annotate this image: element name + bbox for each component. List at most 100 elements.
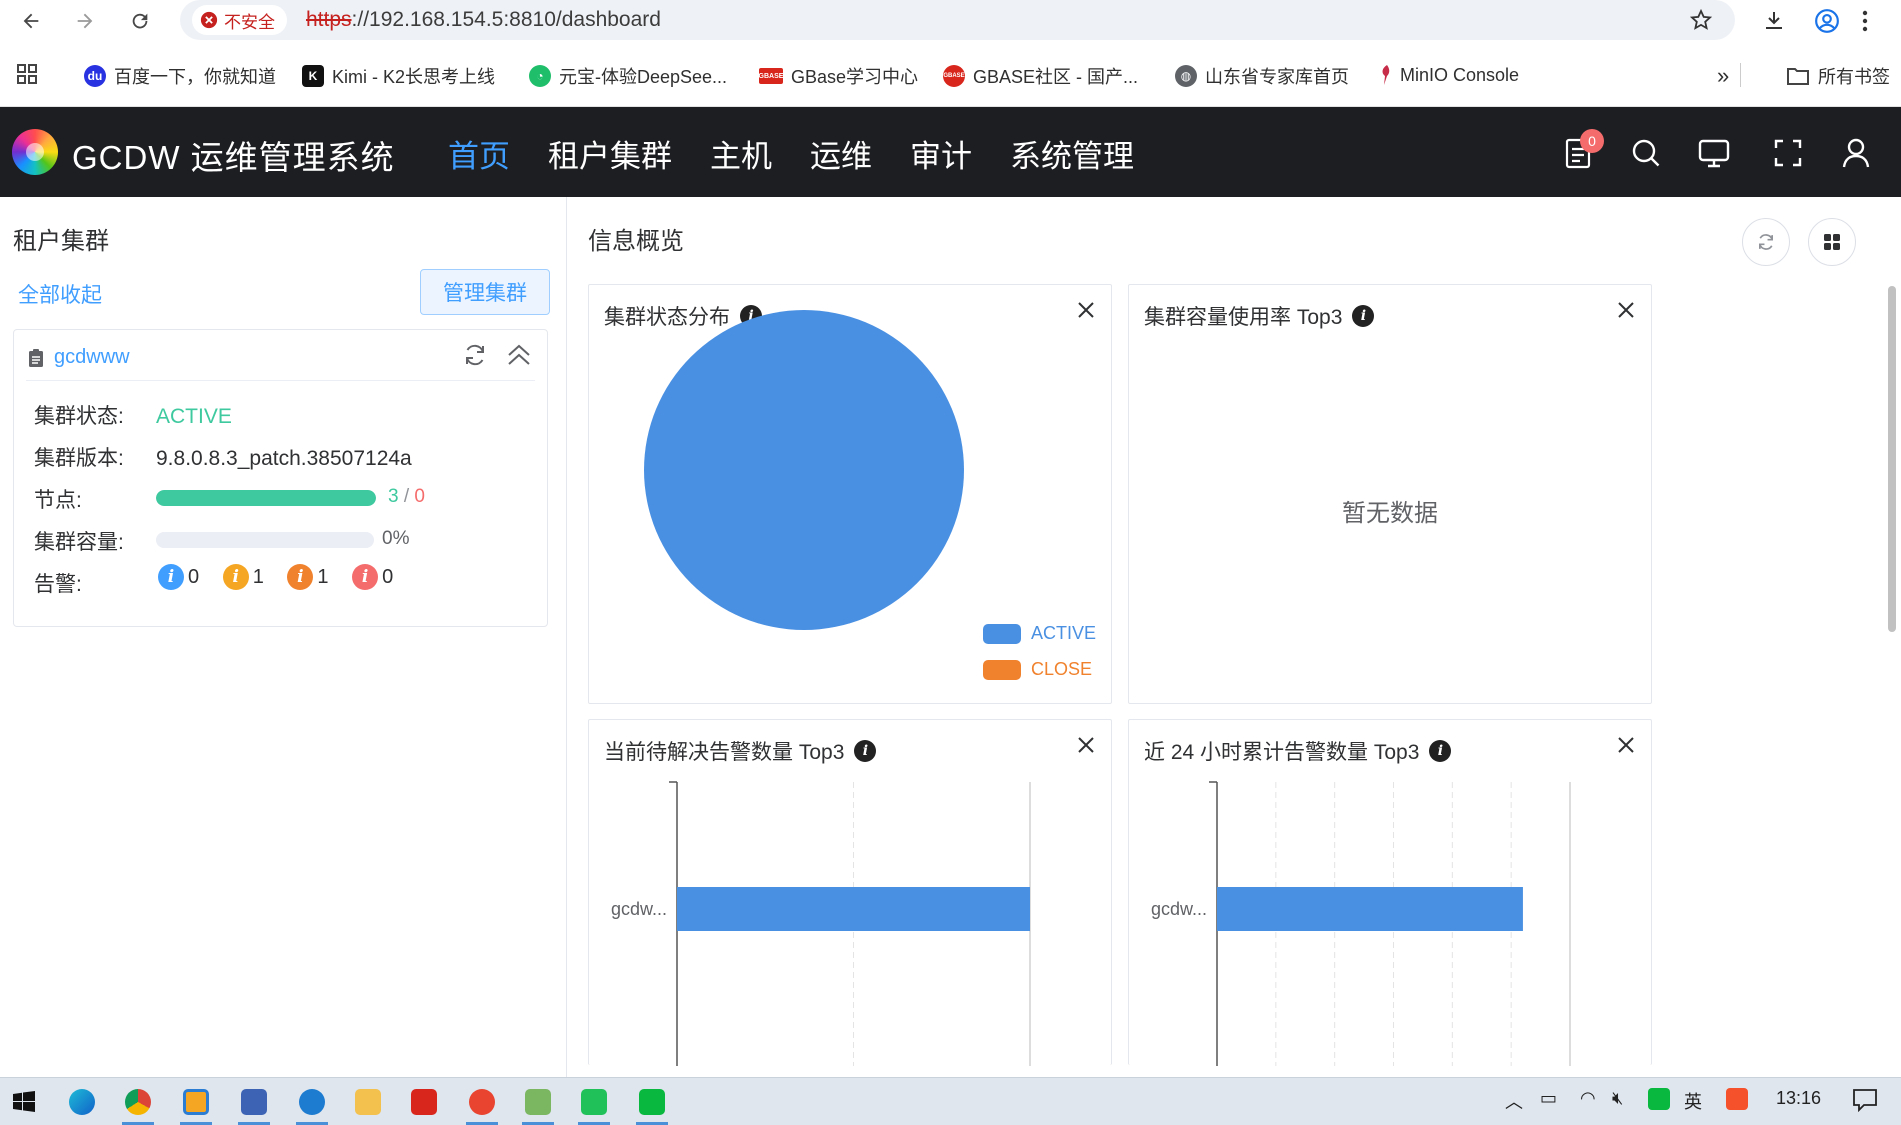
url-scheme: https [306,8,352,31]
cluster-alerts-row: 告警: [34,568,156,598]
panel-title: 租户集群 [13,228,109,255]
info-icon[interactable]: i [1352,305,1375,327]
download-icon [1766,12,1782,29]
collapse-all-link[interactable]: 全部收起 [18,279,102,309]
refresh-icon[interactable] [462,342,488,368]
bookmarks-overflow-button[interactable]: » [1717,63,1729,89]
forward-button[interactable] [70,6,100,36]
legend-active[interactable]: ACTIVE [983,623,1096,644]
all-bookmarks-button[interactable]: 所有书签 [1786,63,1890,89]
nav-hosts[interactable]: 主机 [710,131,772,176]
profile-button[interactable] [1812,6,1842,36]
tray-chevron-up-icon[interactable]: ︿ [1505,1088,1523,1114]
tray-wechat-icon[interactable] [1648,1088,1670,1115]
download-button[interactable] [1759,6,1789,36]
cluster-name-link[interactable]: gcdwww [54,346,130,369]
manage-clusters-button[interactable]: 管理集群 [420,269,550,315]
screen-button[interactable] [1696,135,1732,171]
bookmarks-bar: du 百度一下，你就知道 K Kimi - K2长思考上线 ◔ 元宝-体验Dee… [0,57,1901,95]
taskbar-app-4[interactable] [236,1084,272,1125]
bookmark-gbase-community[interactable]: GBASE GBASE社区 - 国产... [943,63,1138,89]
clock[interactable]: 13:16 [1776,1088,1821,1109]
taskbar-chrome[interactable] [120,1084,156,1125]
bookmark-yuanbao[interactable]: ◔ 元宝-体验DeepSee... [529,63,727,89]
alert-count: 1 [317,565,329,588]
alert-critical[interactable]: i0 [352,564,393,590]
ime-indicator[interactable]: 英 [1684,1088,1702,1114]
wifi-icon[interactable]: ◠ [1580,1088,1596,1109]
taskbar-edge[interactable] [64,1084,100,1120]
menu-button[interactable] [1850,6,1880,36]
start-button[interactable] [6,1084,42,1120]
page-scrollbar[interactable] [1888,286,1896,632]
sogou-ime-icon[interactable] [1726,1088,1748,1115]
globe-icon: ◍ [1175,65,1197,87]
taskbar-ie[interactable] [294,1084,330,1125]
fullscreen-button[interactable] [1770,135,1806,171]
yuanbao-icon: ◔ [529,65,551,87]
bookmark-shandong[interactable]: ◍ 山东省专家库首页 [1175,63,1349,89]
alerts-24h-bar-chart: gcdw... [1151,781,1571,1066]
alert-info[interactable]: i0 [158,564,199,590]
bookmark-minio[interactable]: MinIO Console [1378,63,1519,87]
taskbar-wps[interactable] [406,1084,442,1120]
cluster-nodes-row: 节点: [34,484,156,514]
widget-title-text: 集群容量使用率 Top3 [1144,306,1343,329]
search-icon [1632,139,1660,167]
nav-tenant-clusters[interactable]: 租户集群 [548,131,672,176]
bookmark-gbase-learning[interactable]: GBASE GBase学习中心 [759,63,918,89]
layout-grid-button[interactable] [1808,218,1856,266]
major-info-icon: i [287,564,314,590]
double-chevron-up-icon[interactable] [506,343,532,367]
windows-logo-icon [13,1091,35,1112]
folder-icon [1787,68,1809,85]
taskbar-wechat[interactable] [634,1084,670,1125]
bookmark-label: 元宝-体验DeepSee... [559,67,728,87]
refresh-overview-button[interactable] [1742,218,1790,266]
nav-audit[interactable]: 审计 [910,131,972,176]
close-icon[interactable] [1617,301,1635,319]
nodes-down: 0 [414,486,425,507]
bookmark-baidu[interactable]: du 百度一下，你就知道 [84,63,276,89]
capacity-top3-widget: 集群容量使用率 Top3 i 暂无数据 [1128,284,1652,704]
main-nav: 首页 租户集群 主机 运维 审计 系统管理 [448,131,1134,176]
taskbar-explorer[interactable] [350,1084,386,1120]
apps-button[interactable] [16,63,38,85]
bookmark-label: MinIO Console [1400,64,1520,85]
fullscreen-icon [1774,139,1802,167]
bookmark-label: 山东省专家库首页 [1205,67,1349,87]
bookmark-star-button[interactable] [1689,8,1713,32]
star-icon [1689,8,1713,30]
address-bar[interactable]: 不安全 https://192.168.154.5:8810/dashboard [180,0,1735,40]
taskbar-app-10[interactable] [576,1084,612,1125]
url-text[interactable]: https://192.168.154.5:8810/dashboard [306,8,661,32]
reload-button[interactable] [125,6,155,36]
legend-label-close: CLOSE [1031,659,1093,679]
alert-warning[interactable]: i1 [222,564,264,590]
taskbar-app-3[interactable] [178,1084,214,1125]
nav-system-admin[interactable]: 系统管理 [1010,131,1134,176]
notification-center-button[interactable] [1852,1088,1878,1112]
remote-desktop-icon [241,1089,267,1115]
alert-count: 1 [252,565,264,588]
notifications-button[interactable]: 0 [1560,129,1604,171]
taskbar-app-9[interactable] [520,1084,556,1125]
edge-icon [69,1089,95,1115]
nodes-label: 节点: [34,489,82,512]
nav-operations[interactable]: 运维 [810,131,872,176]
nav-home[interactable]: 首页 [448,131,510,176]
bookmark-label: Kimi - K2长思考上线 [332,67,496,87]
alert-major[interactable]: i1 [287,564,329,590]
apps-grid-icon [17,64,37,84]
legend-close[interactable]: CLOSE [983,659,1092,680]
user-button[interactable] [1838,135,1874,171]
taskbar-app-8[interactable] [464,1084,500,1125]
nodes-count: 3 / 0 [388,486,425,508]
search-button[interactable] [1628,135,1664,171]
volume-muted-icon[interactable]: 🔇︎ [1612,1088,1623,1109]
battery-icon[interactable]: ▭ [1540,1088,1557,1109]
back-button[interactable] [16,6,46,36]
security-chip[interactable]: 不安全 [192,5,287,35]
bookmark-kimi[interactable]: K Kimi - K2长思考上线 [302,63,495,89]
arrow-left-icon [23,13,39,29]
